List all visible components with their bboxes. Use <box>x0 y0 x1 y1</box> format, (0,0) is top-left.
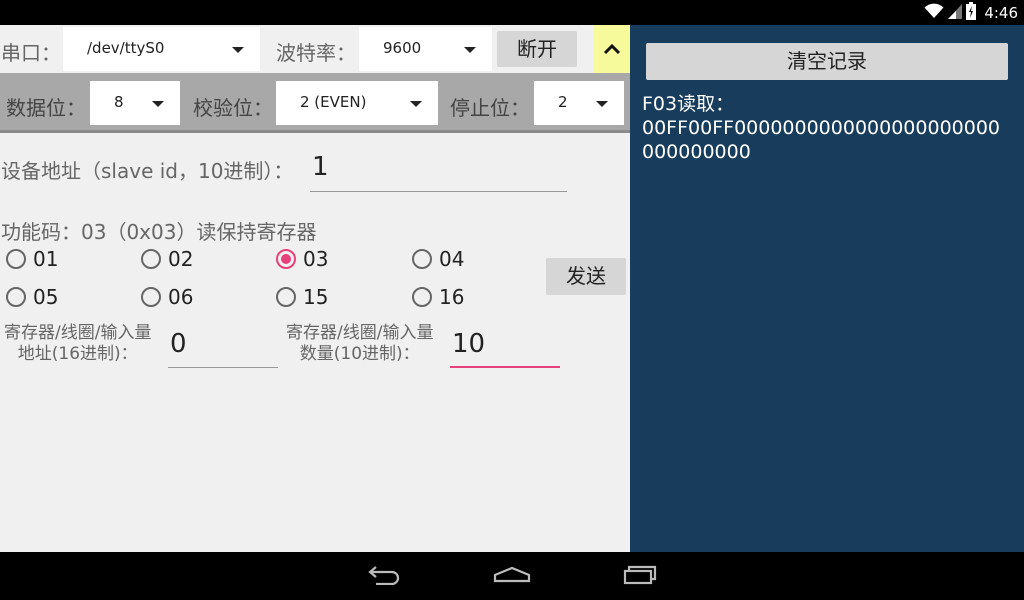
radio-function-15[interactable]: 15 <box>276 285 328 309</box>
send-button[interactable]: 发送 <box>546 258 626 295</box>
stop-bits-spinner[interactable]: 2 <box>534 81 624 125</box>
serial-row-1: 串口： /dev/ttyS0 波特率： 9600 断开 <box>0 25 630 73</box>
battery-icon <box>966 1 977 24</box>
stop-bits-value: 2 <box>558 93 568 111</box>
dropdown-arrow-icon <box>464 47 476 53</box>
radio-function-04[interactable]: 04 <box>412 247 464 271</box>
clock: 4:46 <box>984 3 1018 22</box>
log-title: F03读取： <box>642 93 735 115</box>
data-bits-label: 数据位： <box>6 96 86 120</box>
home-button[interactable] <box>492 562 532 590</box>
data-bits-spinner[interactable]: 8 <box>90 81 180 125</box>
radio-label: 06 <box>168 285 194 309</box>
stop-bits-label: 停止位： <box>450 96 530 120</box>
function-code-label: 功能码：03（0x03）读保持寄存器 <box>1 220 317 244</box>
slave-id-input[interactable]: 1 <box>310 147 567 192</box>
radio-label: 15 <box>303 285 329 309</box>
back-button[interactable] <box>364 562 404 590</box>
radio-circle <box>412 287 432 307</box>
radio-function-03[interactable]: 03 <box>276 247 328 271</box>
radio-circle <box>412 249 432 269</box>
home-icon <box>492 563 532 589</box>
radio-circle <box>276 287 296 307</box>
register-address-label-line2: 地址(16进制)： <box>17 344 138 364</box>
status-icons: 4:46 <box>924 1 1018 24</box>
radio-circle <box>6 249 26 269</box>
radio-circle <box>276 249 296 269</box>
port-value: /dev/ttyS0 <box>87 39 165 57</box>
radio-function-02[interactable]: 02 <box>141 247 193 271</box>
register-address-input[interactable]: 0 <box>168 324 278 368</box>
log-panel: 清空记录 F03读取： 00FF00FF00000000000000000000… <box>630 25 1024 552</box>
nav-bar <box>0 552 1024 600</box>
port-spinner[interactable]: /dev/ttyS0 <box>63 27 260 71</box>
divider <box>0 130 630 133</box>
serial-row-2: 数据位： 8 校验位： 2 (EVEN) 停止位： 2 <box>0 73 630 133</box>
radio-label: 05 <box>33 285 59 309</box>
parity-value: 2 (EVEN) <box>300 93 367 111</box>
radio-label: 04 <box>439 247 465 271</box>
clear-log-button[interactable]: 清空记录 <box>646 43 1008 80</box>
radio-circle <box>141 287 161 307</box>
radio-label: 16 <box>439 285 465 309</box>
dropdown-arrow-icon <box>410 101 422 107</box>
back-icon <box>366 563 402 589</box>
baud-label: 波特率： <box>276 41 356 65</box>
disconnect-button[interactable]: 断开 <box>497 31 577 67</box>
status-bar: 4:46 <box>0 0 1024 25</box>
port-label: 串口： <box>1 41 61 65</box>
chevron-up-icon <box>603 40 621 59</box>
signal-icon <box>948 3 963 23</box>
dropdown-arrow-icon <box>596 101 608 107</box>
radio-circle <box>141 249 161 269</box>
log-output: F03读取： 00FF00FF0000000000000000000000000… <box>642 92 1012 164</box>
data-bits-value: 8 <box>114 93 124 111</box>
left-panel: 串口： /dev/ttyS0 波特率： 9600 断开 数据位： 8 校验位： … <box>0 25 630 552</box>
dropdown-arrow-icon <box>152 101 164 107</box>
log-content: 00FF00FF0000000000000000000000000000000 <box>642 117 1001 163</box>
baud-spinner[interactable]: 9600 <box>359 27 492 71</box>
radio-function-06[interactable]: 06 <box>141 285 193 309</box>
slave-id-label: 设备地址（slave id，10进制）： <box>1 159 294 183</box>
radio-label: 02 <box>168 247 194 271</box>
parity-spinner[interactable]: 2 (EVEN) <box>276 81 438 125</box>
register-count-label-line2: 数量(10进制)： <box>299 344 420 364</box>
register-address-label: 寄存器/线圈/输入量 地址(16进制)： <box>4 323 151 365</box>
register-address-label-line1: 寄存器/线圈/输入量 <box>4 323 152 343</box>
baud-value: 9600 <box>383 39 422 57</box>
wifi-icon <box>924 3 944 23</box>
radio-function-16[interactable]: 16 <box>412 285 464 309</box>
register-count-label: 寄存器/线圈/输入量 数量(10进制)： <box>286 323 433 365</box>
radio-label: 03 <box>303 247 329 271</box>
register-count-input[interactable]: 10 <box>450 324 560 368</box>
recents-icon <box>622 563 658 589</box>
radio-function-01[interactable]: 01 <box>6 247 58 271</box>
dropdown-arrow-icon <box>232 47 244 53</box>
collapse-button[interactable] <box>593 25 630 73</box>
radio-label: 01 <box>33 247 59 271</box>
register-count-label-line1: 寄存器/线圈/输入量 <box>286 323 434 343</box>
radio-circle <box>6 287 26 307</box>
parity-label: 校验位： <box>193 96 273 120</box>
recents-button[interactable] <box>620 562 660 590</box>
radio-function-05[interactable]: 05 <box>6 285 58 309</box>
